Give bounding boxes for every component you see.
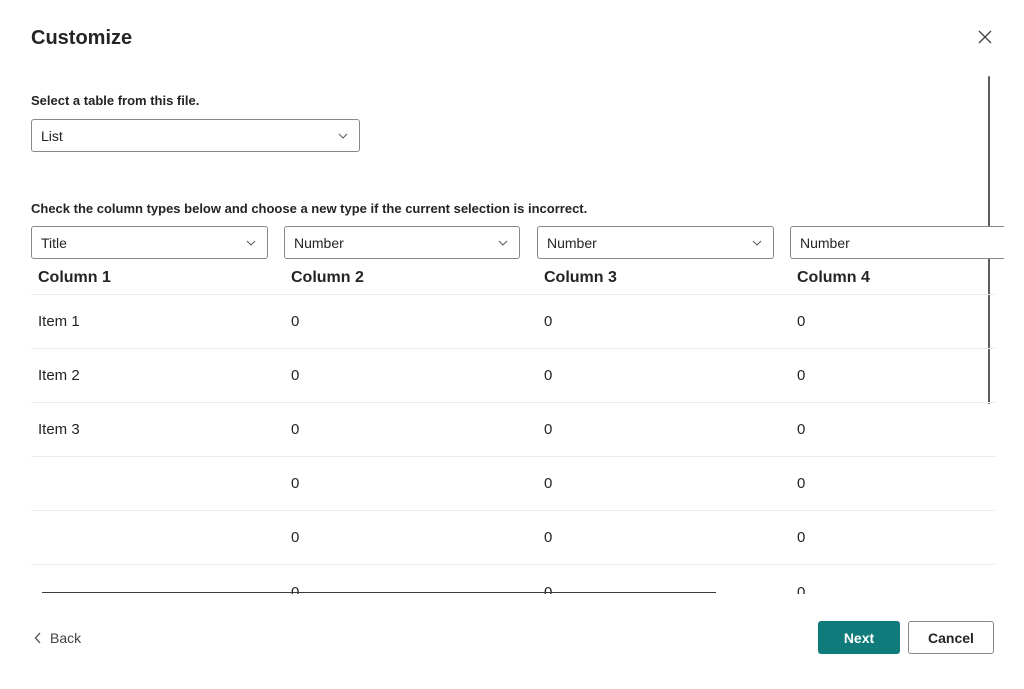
column-3-type-value: Number xyxy=(547,234,597,251)
table-row: 0 0 0 xyxy=(31,457,995,511)
column-3-type-dropdown[interactable]: Number xyxy=(537,226,774,259)
dialog-title: Customize xyxy=(31,27,133,49)
table-cell: 0 xyxy=(797,529,806,546)
chevron-down-icon xyxy=(246,240,256,246)
chevron-left-icon xyxy=(34,632,41,644)
table-cell: 0 xyxy=(797,584,806,594)
table-cell: 0 xyxy=(797,367,806,384)
table-select-label: Select a table from this file. xyxy=(31,93,200,108)
column-header: Column 2 xyxy=(291,269,364,286)
chevron-down-icon xyxy=(498,240,508,246)
column-1-type-dropdown[interactable]: Title xyxy=(31,226,268,259)
close-button[interactable] xyxy=(974,26,996,48)
back-button-label: Back xyxy=(50,630,82,646)
table-cell: Item 1 xyxy=(38,313,80,330)
table-cell: 0 xyxy=(797,421,806,438)
cancel-button[interactable]: Cancel xyxy=(908,621,994,654)
table-cell: 0 xyxy=(544,313,553,330)
close-icon xyxy=(978,30,992,44)
table-select-dropdown[interactable]: List xyxy=(31,119,360,152)
table-cell: 0 xyxy=(291,529,300,546)
table-cell: 0 xyxy=(797,313,806,330)
table-row: Item 1 0 0 0 xyxy=(31,295,995,349)
back-button[interactable]: Back xyxy=(34,628,81,648)
column-header: Column 3 xyxy=(544,269,617,286)
table-row: 0 0 0 xyxy=(31,511,995,565)
table-cell: 0 xyxy=(544,529,553,546)
column-2-type-value: Number xyxy=(294,234,344,251)
preview-table: Column 1 Column 2 Column 3 Column 4 Item… xyxy=(31,262,995,565)
table-cell: 0 xyxy=(544,421,553,438)
column-1-type-value: Title xyxy=(41,234,67,251)
table-cell: 0 xyxy=(291,367,300,384)
table-cell: 0 xyxy=(291,475,300,492)
column-4-type-dropdown[interactable]: Number xyxy=(790,226,1004,259)
scroll-clip-divider xyxy=(42,592,716,593)
table-cell: 0 xyxy=(544,367,553,384)
table-cell: Item 2 xyxy=(38,367,80,384)
table-cell: 0 xyxy=(291,313,300,330)
column-2-type-dropdown[interactable]: Number xyxy=(284,226,520,259)
table-row: Item 2 0 0 0 xyxy=(31,349,995,403)
column-4-type-value: Number xyxy=(800,234,850,251)
column-header: Column 1 xyxy=(38,269,111,286)
chevron-down-icon xyxy=(338,133,348,139)
customize-dialog: Customize Select a table from this file.… xyxy=(0,0,1024,689)
table-row: Item 3 0 0 0 xyxy=(31,403,995,457)
table-cell: 0 xyxy=(797,475,806,492)
next-button[interactable]: Next xyxy=(818,621,900,654)
column-header: Column 4 xyxy=(797,269,870,286)
table-select-value: List xyxy=(41,127,63,144)
table-header-row: Column 1 Column 2 Column 3 Column 4 xyxy=(31,262,995,295)
table-cell: Item 3 xyxy=(38,421,80,438)
column-types-instructions: Check the column types below and choose … xyxy=(31,201,588,216)
table-cell: 0 xyxy=(544,475,553,492)
table-cell: 0 xyxy=(291,421,300,438)
chevron-down-icon xyxy=(752,240,762,246)
